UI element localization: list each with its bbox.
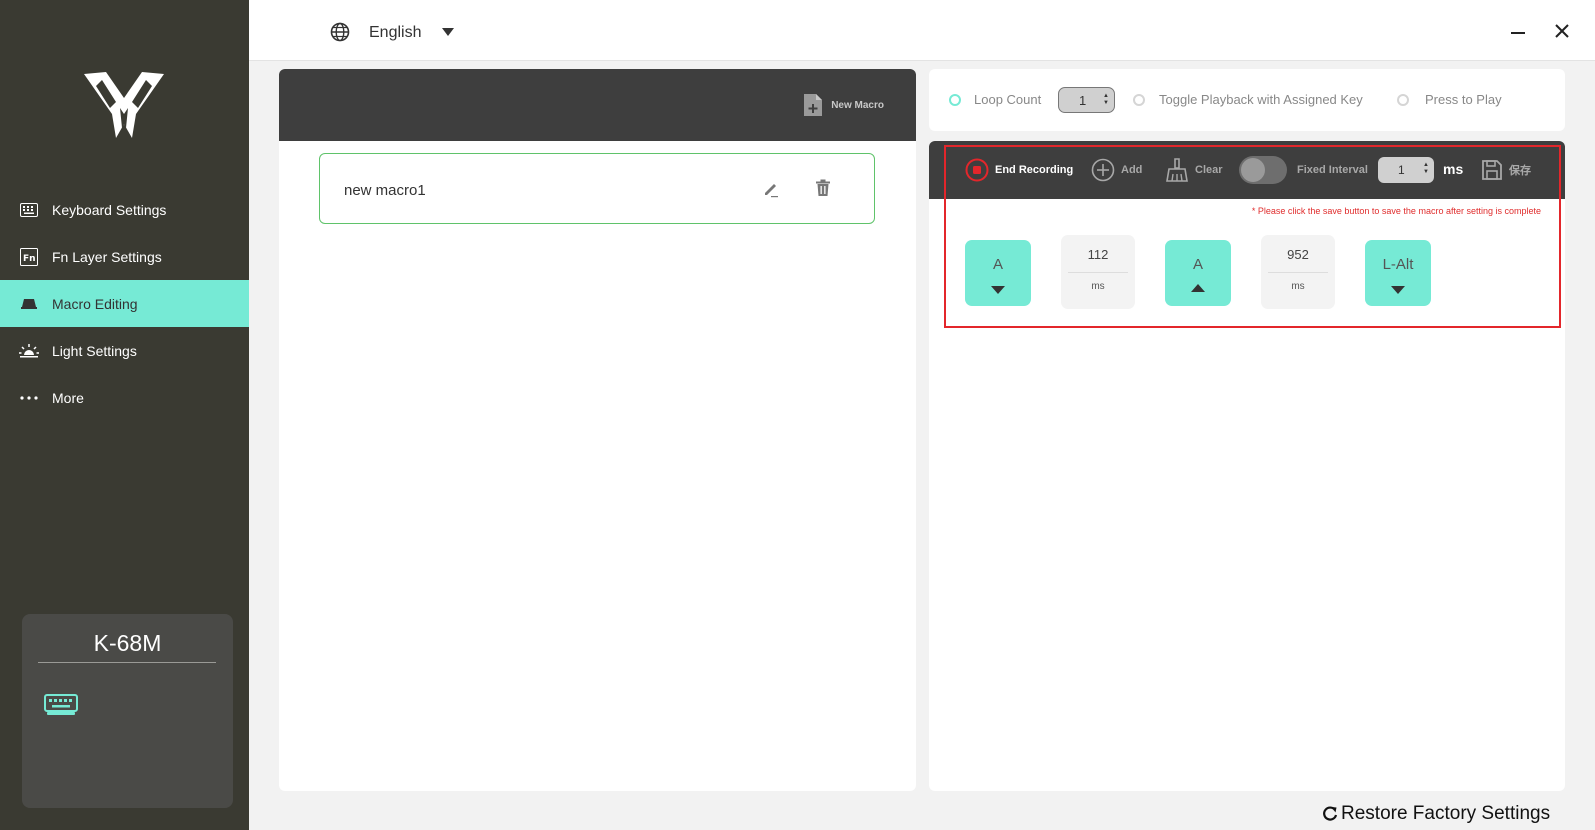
delay-value: 112: [1087, 247, 1109, 262]
divider: [38, 662, 216, 663]
key-label: A: [992, 256, 1003, 273]
loop-count-value: 1: [1079, 93, 1087, 108]
sidebar-item-label: Fn Layer Settings: [52, 248, 162, 265]
save-icon: [1482, 160, 1502, 180]
toggle-knob: [1241, 158, 1265, 182]
sidebar-item-label: Keyboard Settings: [52, 201, 167, 218]
chevron-down-icon[interactable]: [442, 28, 454, 36]
save-label: 保存: [1509, 165, 1531, 177]
fixed-interval-toggle[interactable]: [1239, 156, 1287, 184]
playback-options: Loop Count 1 ▲ ▼ Toggle Playback with Ass…: [929, 69, 1565, 131]
toggle-playback-label: Toggle Playback with Assigned Key: [1159, 92, 1363, 107]
end-recording-label: End Recording: [995, 164, 1074, 176]
end-recording-button[interactable]: End Recording: [965, 141, 1073, 199]
sidebar-nav: Keyboard Settings Fn Fn Layer Settings M…: [0, 186, 249, 421]
trash-icon[interactable]: [815, 179, 831, 202]
stop-record-icon: [965, 158, 989, 182]
plus-circle-icon: [1091, 158, 1115, 182]
add-button[interactable]: Add: [1091, 141, 1142, 199]
fn-icon: Fn: [19, 247, 39, 267]
clear-label: Clear: [1195, 164, 1223, 176]
macro-editor-panel: End Recording Add Clear Fixed Interval 1…: [929, 141, 1565, 791]
stepper-arrows-icon[interactable]: ▲ ▼: [1103, 93, 1109, 107]
close-icon[interactable]: [1555, 24, 1569, 43]
sidebar-item-light-settings[interactable]: Light Settings: [0, 327, 249, 374]
interval-unit: ms: [1443, 161, 1464, 177]
macro-list-panel: New Macro new macro1: [279, 69, 916, 791]
top-bar: English: [249, 0, 1595, 61]
loop-count-stepper[interactable]: 1 ▲ ▼: [1058, 87, 1115, 113]
sidebar-item-label: Macro Editing: [52, 295, 138, 312]
sidebar-item-label: Light Settings: [52, 342, 137, 359]
sidebar-item-macro-editing[interactable]: Macro Editing: [0, 280, 249, 327]
macro-icon: [19, 294, 39, 314]
press-to-play-label: Press to Play: [1425, 92, 1502, 107]
clear-button[interactable]: Clear: [1165, 141, 1223, 199]
delay-value: 952: [1287, 247, 1309, 262]
add-label: Add: [1121, 164, 1143, 176]
macro-name: new macro1: [344, 182, 426, 199]
device-name: K-68M: [93, 630, 162, 656]
interval-stepper[interactable]: 1 ▲ ▼: [1378, 157, 1434, 183]
brand-logo: [80, 68, 168, 140]
press-to-play-radio[interactable]: [1397, 94, 1409, 106]
broom-icon: [1166, 158, 1188, 182]
keyboard-icon: [19, 200, 39, 220]
divider: [1068, 272, 1128, 273]
macro-step-delay[interactable]: 952 ms: [1261, 235, 1335, 309]
sidebar-item-keyboard-settings[interactable]: Keyboard Settings: [0, 186, 249, 233]
loop-count-label: Loop Count: [974, 92, 1042, 107]
key-down-icon: [991, 286, 1005, 294]
sidebar-item-fn-layer-settings[interactable]: Fn Fn Layer Settings: [0, 233, 249, 280]
svg-text:Fn: Fn: [23, 254, 36, 264]
key-up-icon: [1191, 284, 1205, 292]
loop-count-radio[interactable]: [949, 94, 961, 106]
macro-list-item[interactable]: new macro1: [319, 153, 875, 224]
edit-icon[interactable]: [762, 180, 780, 203]
macro-step-key[interactable]: A: [1165, 240, 1231, 306]
delay-unit: ms: [1091, 281, 1105, 292]
sidebar: Keyboard Settings Fn Fn Layer Settings M…: [0, 0, 249, 830]
globe-icon[interactable]: [330, 22, 350, 47]
minimize-icon[interactable]: [1511, 32, 1525, 34]
key-label: L-Alt: [1382, 256, 1414, 273]
macro-step-key[interactable]: L-Alt: [1365, 240, 1431, 306]
restore-factory-settings-button[interactable]: Restore Factory Settings: [1322, 803, 1550, 825]
fixed-interval-label: Fixed Interval: [1297, 164, 1368, 176]
divider: [1268, 272, 1328, 273]
save-button[interactable]: 保存: [1481, 141, 1531, 199]
delay-unit: ms: [1291, 281, 1305, 292]
stepper-arrows-icon[interactable]: ▲ ▼: [1423, 162, 1429, 176]
refresh-icon: [1323, 806, 1338, 821]
editor-toolbar: End Recording Add Clear Fixed Interval 1…: [929, 141, 1565, 199]
macro-step-key[interactable]: A: [965, 240, 1031, 306]
new-macro-label: New Macro: [831, 99, 884, 111]
key-down-icon: [1391, 286, 1405, 294]
new-file-icon: [804, 94, 823, 116]
new-macro-button[interactable]: New Macro: [803, 93, 884, 117]
sidebar-item-label: More: [52, 389, 84, 406]
light-icon: [19, 341, 39, 361]
more-icon: [19, 388, 39, 408]
sidebar-item-more[interactable]: More: [0, 374, 249, 421]
interval-value: 1: [1398, 163, 1405, 177]
keyboard-device-icon[interactable]: [44, 694, 78, 721]
restore-label: Restore Factory Settings: [1341, 803, 1551, 824]
macro-list-header: New Macro: [279, 69, 916, 141]
toggle-playback-radio[interactable]: [1133, 94, 1145, 106]
macro-step-delay[interactable]: 112 ms: [1061, 235, 1135, 309]
key-label: A: [1192, 256, 1203, 273]
save-warning: * Please click the save button to save t…: [1251, 206, 1541, 216]
device-card: K-68M: [22, 614, 233, 808]
language-select[interactable]: English: [369, 24, 421, 42]
